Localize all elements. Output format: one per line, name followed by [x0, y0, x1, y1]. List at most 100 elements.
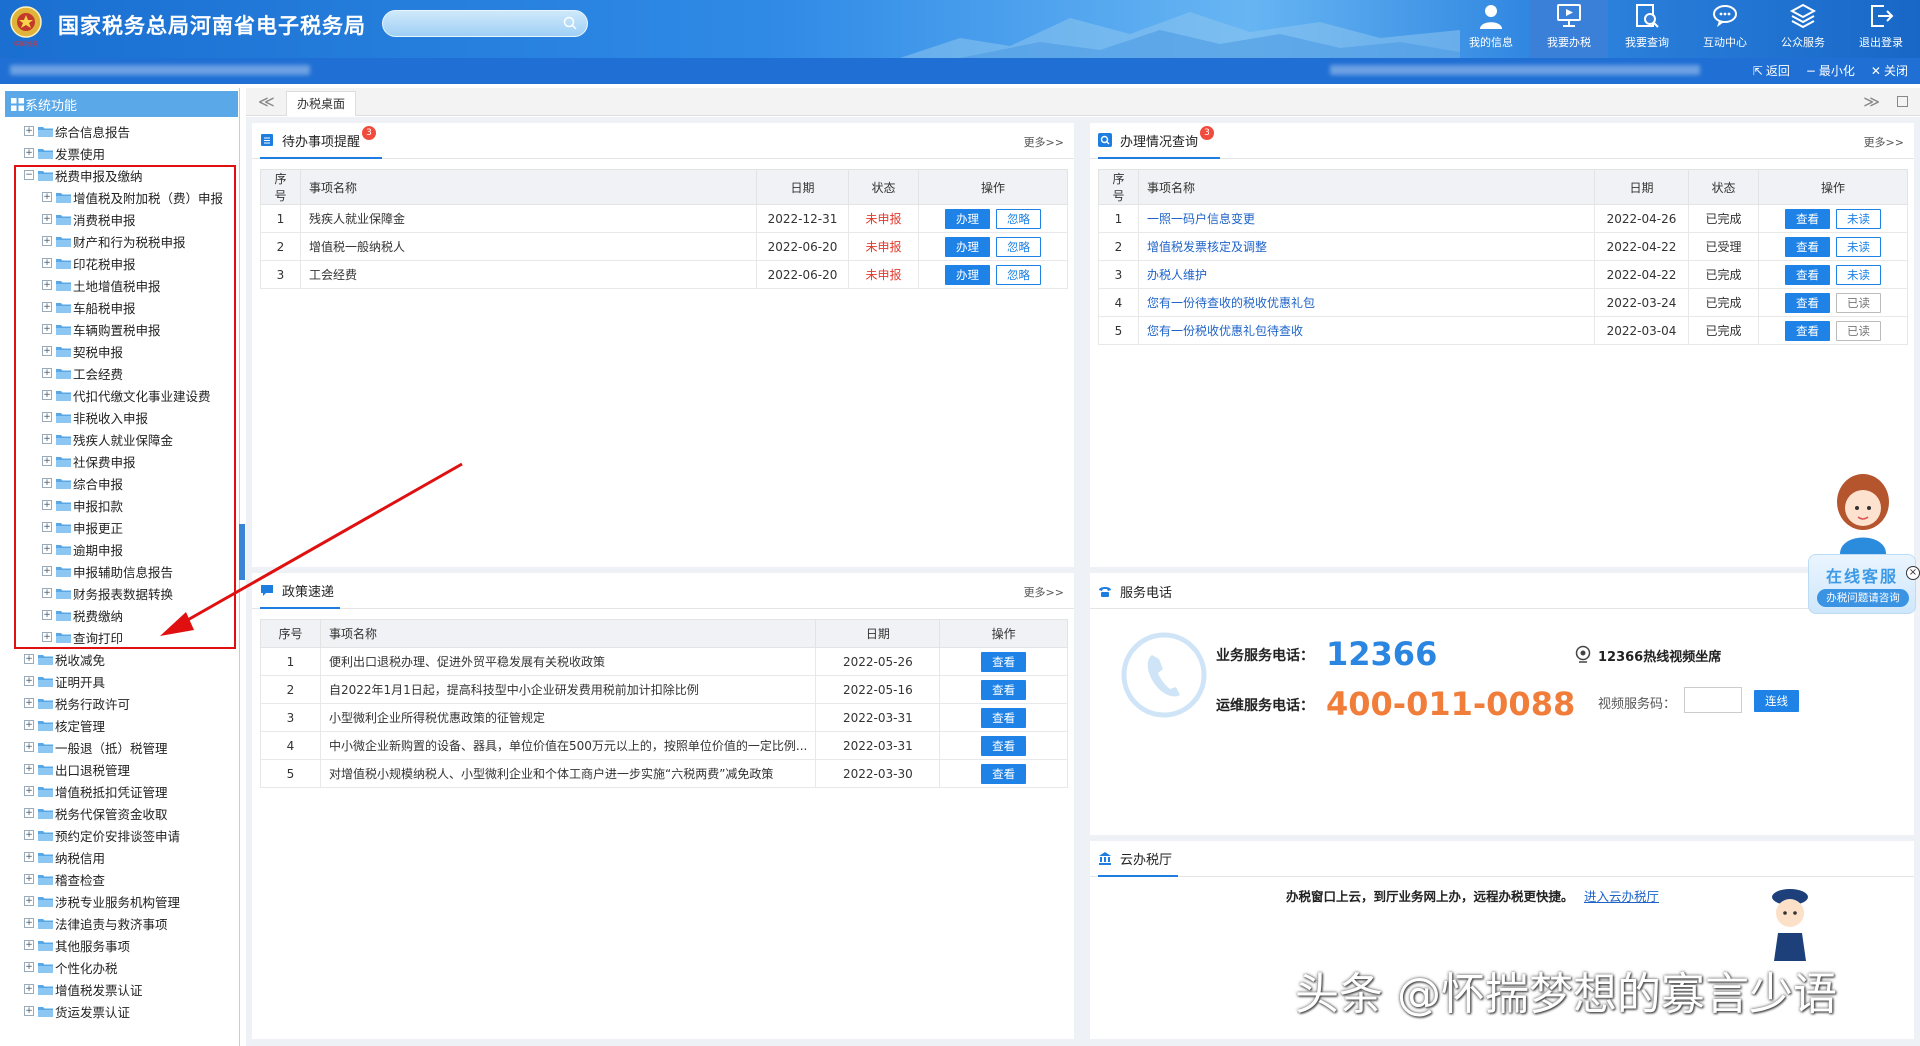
expand-icon[interactable]: + — [24, 808, 34, 818]
expand-icon[interactable]: + — [24, 896, 34, 906]
ignore-button[interactable]: 忽略 — [996, 236, 1041, 257]
sidebar-item[interactable]: + 发票使用 — [0, 142, 238, 164]
expand-icon[interactable]: + — [24, 148, 34, 158]
view-button[interactable]: 查看 — [981, 651, 1027, 672]
connect-button[interactable]: 连线 — [1754, 690, 1799, 712]
item-name: 小型微利企业所得税优惠政策的征管规定 — [319, 703, 817, 732]
view-button[interactable]: 查看 — [1785, 320, 1830, 341]
view-button[interactable]: 查看 — [981, 707, 1027, 728]
sidebar-item[interactable]: + 法律追责与救济事项 — [0, 912, 238, 934]
expand-icon[interactable]: + — [24, 852, 34, 862]
expand-icon[interactable]: + — [24, 984, 34, 994]
tab-tax-desktop[interactable]: 办税桌面 — [286, 91, 357, 116]
handle-button[interactable]: 办理 — [945, 236, 990, 257]
sidebar-item-label: 增值税抵扣凭证管理 — [55, 784, 168, 800]
sidebar-item[interactable]: + 增值税抵扣凭证管理 — [0, 780, 238, 802]
service-card[interactable]: 在线客服 办税问题请咨询 — [1808, 554, 1916, 614]
view-button[interactable]: 查看 — [1785, 292, 1830, 313]
handle-button[interactable]: 办理 — [945, 208, 990, 229]
expand-icon[interactable]: + — [24, 918, 34, 928]
window-actions: ⇱ 返回 − 最小化 ✕ 关闭 — [1753, 62, 1908, 79]
sidebar-item[interactable]: + 其他服务事项 — [0, 934, 238, 956]
sidebar-item[interactable]: + 税收减免 — [0, 648, 238, 670]
video-code-input[interactable] — [1684, 687, 1742, 713]
sidebar-item[interactable]: + 出口退税管理 — [0, 758, 238, 780]
read-status-button[interactable]: 未读 — [1836, 264, 1881, 285]
expand-icon[interactable]: + — [24, 874, 34, 884]
search-icon[interactable] — [563, 16, 577, 30]
item-name[interactable]: 办税人维护 — [1138, 260, 1595, 289]
minimize-button[interactable]: − 最小化 — [1806, 62, 1855, 79]
enter-cloud-hall-link[interactable]: 进入云办税厅 — [1584, 886, 1659, 905]
todo-count-badge: 3 — [362, 126, 377, 140]
item-name[interactable]: 您有一份税收优惠礼包待查收 — [1138, 316, 1595, 345]
expand-icon[interactable]: + — [24, 940, 34, 950]
nav-public-service[interactable]: 公众服务 — [1764, 0, 1842, 58]
nav-my-info[interactable]: 我的信息 — [1452, 0, 1530, 58]
sidebar-item[interactable]: + 一般退（抵）税管理 — [0, 736, 238, 758]
item-date: 2022-03-31 — [815, 703, 941, 732]
logout-icon — [1871, 5, 1894, 27]
sidebar-item[interactable]: + 涉税专业服务机构管理 — [0, 890, 238, 912]
service-card-subtitle: 办税问题请咨询 — [1817, 589, 1909, 607]
user-icon — [1480, 5, 1502, 29]
nav-logout[interactable]: 退出登录 — [1842, 0, 1920, 58]
expand-icon[interactable]: + — [24, 742, 34, 752]
col-header: 序号 — [1098, 169, 1139, 205]
expand-icon[interactable]: + — [24, 698, 34, 708]
expand-icon[interactable]: + — [24, 962, 34, 972]
sidebar-item[interactable]: + 纳税信用 — [0, 846, 238, 868]
read-status-button[interactable]: 已读 — [1836, 320, 1881, 341]
sidebar-item[interactable]: + 核定管理 — [0, 714, 238, 736]
sidebar-item[interactable]: + 稽查检查 — [0, 868, 238, 890]
expand-icon[interactable]: + — [24, 786, 34, 796]
back-button[interactable]: ⇱ 返回 — [1753, 62, 1790, 79]
search-input[interactable] — [382, 10, 588, 37]
sidebar-item[interactable]: + 税务代保管资金收取 — [0, 802, 238, 824]
nav-query[interactable]: 我要查询 — [1608, 0, 1686, 58]
progress-more-link[interactable]: 更多>> — [1864, 134, 1904, 150]
read-status-button[interactable]: 已读 — [1836, 292, 1881, 313]
nav-do-tax[interactable]: 我要办税 — [1530, 0, 1608, 58]
ignore-button[interactable]: 忽略 — [996, 208, 1041, 229]
close-widget-button[interactable]: × — [1906, 566, 1920, 580]
view-button[interactable]: 查看 — [1785, 236, 1830, 257]
expand-icon[interactable]: + — [24, 830, 34, 840]
ignore-button[interactable]: 忽略 — [996, 264, 1041, 285]
expand-icon[interactable]: + — [24, 676, 34, 686]
sidebar-item[interactable]: + 税务行政许可 — [0, 692, 238, 714]
policy-more-link[interactable]: 更多>> — [1024, 584, 1064, 600]
todo-more-link[interactable]: 更多>> — [1024, 134, 1064, 150]
sidebar-item[interactable]: + 货运发票认证 — [0, 1000, 238, 1022]
item-name[interactable]: 您有一份待查收的税收优惠礼包 — [1138, 288, 1595, 317]
expand-icon[interactable]: + — [24, 764, 34, 774]
view-button[interactable]: 查看 — [1785, 264, 1830, 285]
view-button[interactable]: 查看 — [981, 763, 1027, 784]
sidebar-item[interactable]: + 预约定价安排谈签申请 — [0, 824, 238, 846]
view-button[interactable]: 查看 — [981, 679, 1027, 700]
view-button[interactable]: 查看 — [981, 735, 1027, 756]
online-service-widget[interactable]: 在线客服 办税问题请咨询 × — [1808, 470, 1920, 620]
expand-icon[interactable]: + — [24, 654, 34, 664]
sidebar-item[interactable]: + 个性化办税 — [0, 956, 238, 978]
sidebar-item[interactable]: + 综合信息报告 — [0, 120, 238, 142]
expand-icon[interactable]: + — [24, 1006, 34, 1016]
read-status-button[interactable]: 未读 — [1836, 236, 1881, 257]
scroll-left-button[interactable]: ≪ — [258, 92, 275, 111]
scroll-right-button[interactable]: ≫ — [1863, 92, 1880, 111]
item-name[interactable]: 增值税发票核定及调整 — [1138, 232, 1595, 261]
view-button[interactable]: 查看 — [1785, 208, 1830, 229]
cloud-title: 云办税厅 — [1120, 852, 1173, 868]
sidebar-item[interactable]: + 证明开具 — [0, 670, 238, 692]
item-name[interactable]: 一照一码户信息变更 — [1138, 204, 1595, 233]
sidebar-item[interactable]: + 增值税发票认证 — [0, 978, 238, 1000]
expand-icon[interactable]: + — [24, 720, 34, 730]
handle-button[interactable]: 办理 — [945, 264, 990, 285]
expand-icon[interactable]: + — [24, 126, 34, 136]
maximize-icon[interactable] — [1897, 96, 1908, 107]
nav-interaction[interactable]: 互动中心 — [1686, 0, 1764, 58]
tab-bar: ≪ 办税桌面 ≫ — [246, 88, 1920, 116]
close-button[interactable]: ✕ 关闭 — [1871, 62, 1908, 79]
action-cell: 查看 — [939, 675, 1068, 704]
read-status-button[interactable]: 未读 — [1836, 208, 1881, 229]
